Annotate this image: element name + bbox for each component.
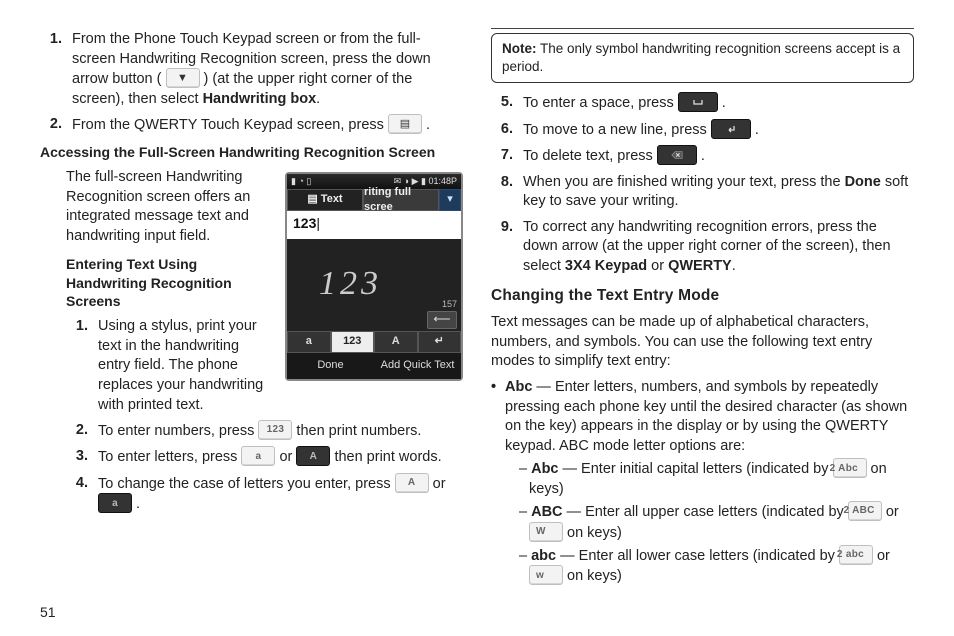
step-1: 1. From the Phone Touch Keypad screen or… bbox=[40, 30, 463, 109]
key-w: w bbox=[529, 565, 563, 585]
down-arrow-icon: ▼ bbox=[166, 68, 200, 88]
step-2: 2. From the QWERTY Touch Keypad screen, … bbox=[40, 115, 463, 135]
phone-handwriting-area: 123 157 ⟵ bbox=[287, 239, 461, 331]
left-steps-a: 1. From the Phone Touch Keypad screen or… bbox=[40, 30, 463, 135]
stepb-2: 2. To enter numbers, press 123 then prin… bbox=[66, 421, 463, 441]
note-box: Note: The only symbol handwriting recogn… bbox=[491, 33, 914, 83]
stepb-1: 1. Using a stylus, print your text in th… bbox=[66, 317, 275, 415]
stepb-3: 3. To enter letters, press a or A then p… bbox=[66, 447, 463, 467]
enter-icon bbox=[711, 119, 751, 139]
note-text: The only symbol handwriting recognition … bbox=[502, 41, 900, 74]
sub-abc-upper: – ABC — Enter all upper case letters (in… bbox=[519, 502, 914, 543]
key-2-abc: 2 abc bbox=[839, 545, 873, 565]
phone-mode-a: a bbox=[287, 331, 331, 353]
step2-text-a: From the QWERTY Touch Keypad screen, pre… bbox=[72, 117, 388, 133]
step-9: 9. To correct any handwriting recognitio… bbox=[491, 218, 914, 277]
key-2-Abc: 2 Abc bbox=[833, 458, 867, 478]
page-number: 51 bbox=[40, 603, 56, 622]
heading-accessing: Accessing the Full-Screen Handwriting Re… bbox=[40, 143, 463, 162]
bullet-abc: • Abc — Enter letters, numbers, and symb… bbox=[491, 378, 914, 590]
right-steps: 5. To enter a space, press . 6. To move … bbox=[491, 93, 914, 276]
phone-mode-123: 123 bbox=[331, 331, 375, 353]
phone-mode-row: a 123 A ↵ bbox=[287, 331, 461, 353]
space-icon bbox=[678, 92, 718, 112]
step2-text-b: . bbox=[426, 117, 430, 133]
stepb-4: 4. To change the case of letters you ent… bbox=[66, 474, 463, 515]
phone-tabrow: ▤ Text riting full scree ▾ bbox=[287, 189, 461, 211]
step-6: 6. To move to a new line, press . bbox=[491, 120, 914, 140]
key-a-upper-2: A bbox=[395, 473, 429, 493]
heading-changing-mode: Changing the Text Entry Mode bbox=[491, 286, 914, 307]
key-2-ABC: 2 ABC bbox=[848, 501, 882, 521]
note-label: Note: bbox=[502, 41, 537, 56]
key-a-lower: a bbox=[241, 446, 275, 466]
para-changing: Text messages can be made up of alphabet… bbox=[491, 313, 914, 372]
keypad-icon: ▤ bbox=[388, 114, 422, 134]
phone-tab-text: ▤ Text bbox=[287, 189, 363, 211]
phone-screenshot: ▮ ◔ ▯ ✉ ◑ ▶ ▮ 01:48P ▤ Text riting full … bbox=[285, 172, 463, 380]
key-a-lower-2: a bbox=[98, 493, 132, 513]
key-123: 123 bbox=[258, 420, 292, 440]
sub-abc-initial: – Abc — Enter initial capital letters (i… bbox=[519, 459, 914, 499]
backspace-icon bbox=[657, 145, 697, 165]
step-5: 5. To enter a space, press . bbox=[491, 93, 914, 113]
phone-dropdown-icon: ▾ bbox=[439, 189, 461, 211]
key-W: W bbox=[529, 522, 563, 542]
phone-tab-writing: riting full scree bbox=[363, 189, 439, 211]
key-a-upper: A bbox=[296, 446, 330, 466]
step-8: 8. When you are finished writing your te… bbox=[491, 173, 914, 212]
phone-backspace-icon: ⟵ bbox=[427, 311, 457, 329]
phone-char-count: 157 bbox=[442, 298, 457, 310]
phone-text-field: 123| bbox=[287, 211, 461, 239]
phone-mode-enter: ↵ bbox=[418, 331, 462, 353]
phone-softkeys: Done Add Quick Text bbox=[287, 353, 461, 379]
phone-soft-done: Done bbox=[287, 353, 374, 379]
phone-soft-addquick: Add Quick Text bbox=[374, 353, 461, 379]
sub-abc-lower: – abc — Enter all lower case letters (in… bbox=[519, 546, 914, 587]
phone-mode-A: A bbox=[374, 331, 418, 353]
step-7: 7. To delete text, press . bbox=[491, 146, 914, 166]
step1-bold: Handwriting box bbox=[203, 91, 317, 107]
